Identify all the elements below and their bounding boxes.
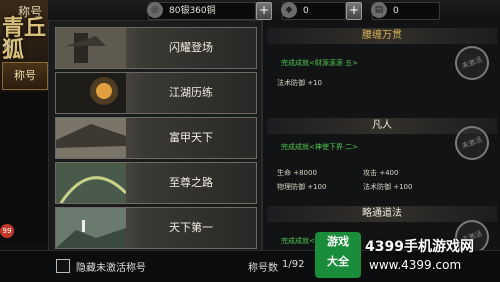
category-item[interactable]: 至尊之路 [55,162,257,204]
title-attribute: 法术防御 +100 [363,183,413,191]
game-logo: 称号 青丘狐 成 称号 [0,0,48,92]
add-silver-button[interactable]: + [256,2,272,20]
watermark-logo-line1: 游戏 [327,235,349,248]
title-detail-panel: 腰缠万贯 完成成就<财源滚滚·五> 法术防御 +10 未激活 凡人 完成成就<神… [262,20,500,259]
logo-sub: 成 [4,41,14,51]
watermark-logo: 游戏 大全 [315,232,361,278]
silver-coin-icon: ◎ [147,2,163,18]
category-thumb [56,208,126,248]
coupon-currency: ▤ 0 [371,2,440,20]
category-thumb [56,73,126,113]
category-thumb [56,28,126,68]
category-label: 江湖历练 [169,86,213,99]
site-watermark: 游戏 大全 4399手机游戏网 www.4399.com [315,230,500,281]
silver-value: 80银360铜 [169,6,216,16]
watermark-site-name: 4399手机游戏网 [365,239,474,255]
title-attribute: 攻击 +400 [363,169,399,177]
title-attribute: 法术防御 +10 [277,79,322,87]
category-item[interactable]: 江湖历练 [55,72,257,114]
diamond-currency: ◆ 0 [281,2,346,20]
watermark-url: www.4399.com [369,258,462,272]
silver-currency: ◎ 80银360铜 [147,2,256,20]
left-sidebar [0,92,48,242]
category-thumb [56,163,126,203]
diamond-icon: ◆ [281,2,297,18]
title-entry: 腰缠万贯 完成成就<财源滚滚·五> 法术防御 +10 未激活 [267,28,497,108]
tab-title[interactable]: 称号 [2,62,48,90]
inactive-stamp: 未激活 [450,41,494,85]
title-attribute: 生命 +8000 [277,169,317,177]
category-label: 天下第一 [169,221,213,234]
coupon-value: 0 [393,6,399,16]
title-entry: 凡人 完成成就<神使下界·二> 生命 +8000 攻击 +400 物理防御 +1… [267,118,497,206]
top-resource-bar: ◎ 80银360铜 + ◆ 0 + ▤ 0 [0,0,500,21]
title-attribute: 物理防御 +100 [277,183,327,191]
title-name: 腰缠万贯 [267,28,497,44]
category-thumb [56,118,126,158]
notification-badge: 99 [0,224,14,238]
category-label: 闪耀登场 [169,41,213,54]
category-item[interactable]: 闪耀登场 [55,27,257,69]
title-name: 略通道法 [267,206,497,222]
hide-inactive-checkbox[interactable] [56,259,70,273]
add-diamond-button[interactable]: + [346,2,362,20]
hide-inactive-label: 隐藏未激活称号 [76,263,146,274]
category-item[interactable]: 富甲天下 [55,117,257,159]
category-label: 富甲天下 [169,131,213,144]
watermark-logo-line2: 大全 [327,255,349,268]
title-count-value: 1/92 [282,259,305,270]
coupon-icon: ▤ [371,2,387,18]
diamond-value: 0 [303,6,309,16]
category-item[interactable]: 天下第一 [55,207,257,249]
category-label: 至尊之路 [169,176,213,189]
title-count-label: 称号数 [248,263,278,274]
category-list: 闪耀登场 江湖历练 富甲天下 至尊之路 天下第一 [48,20,262,252]
